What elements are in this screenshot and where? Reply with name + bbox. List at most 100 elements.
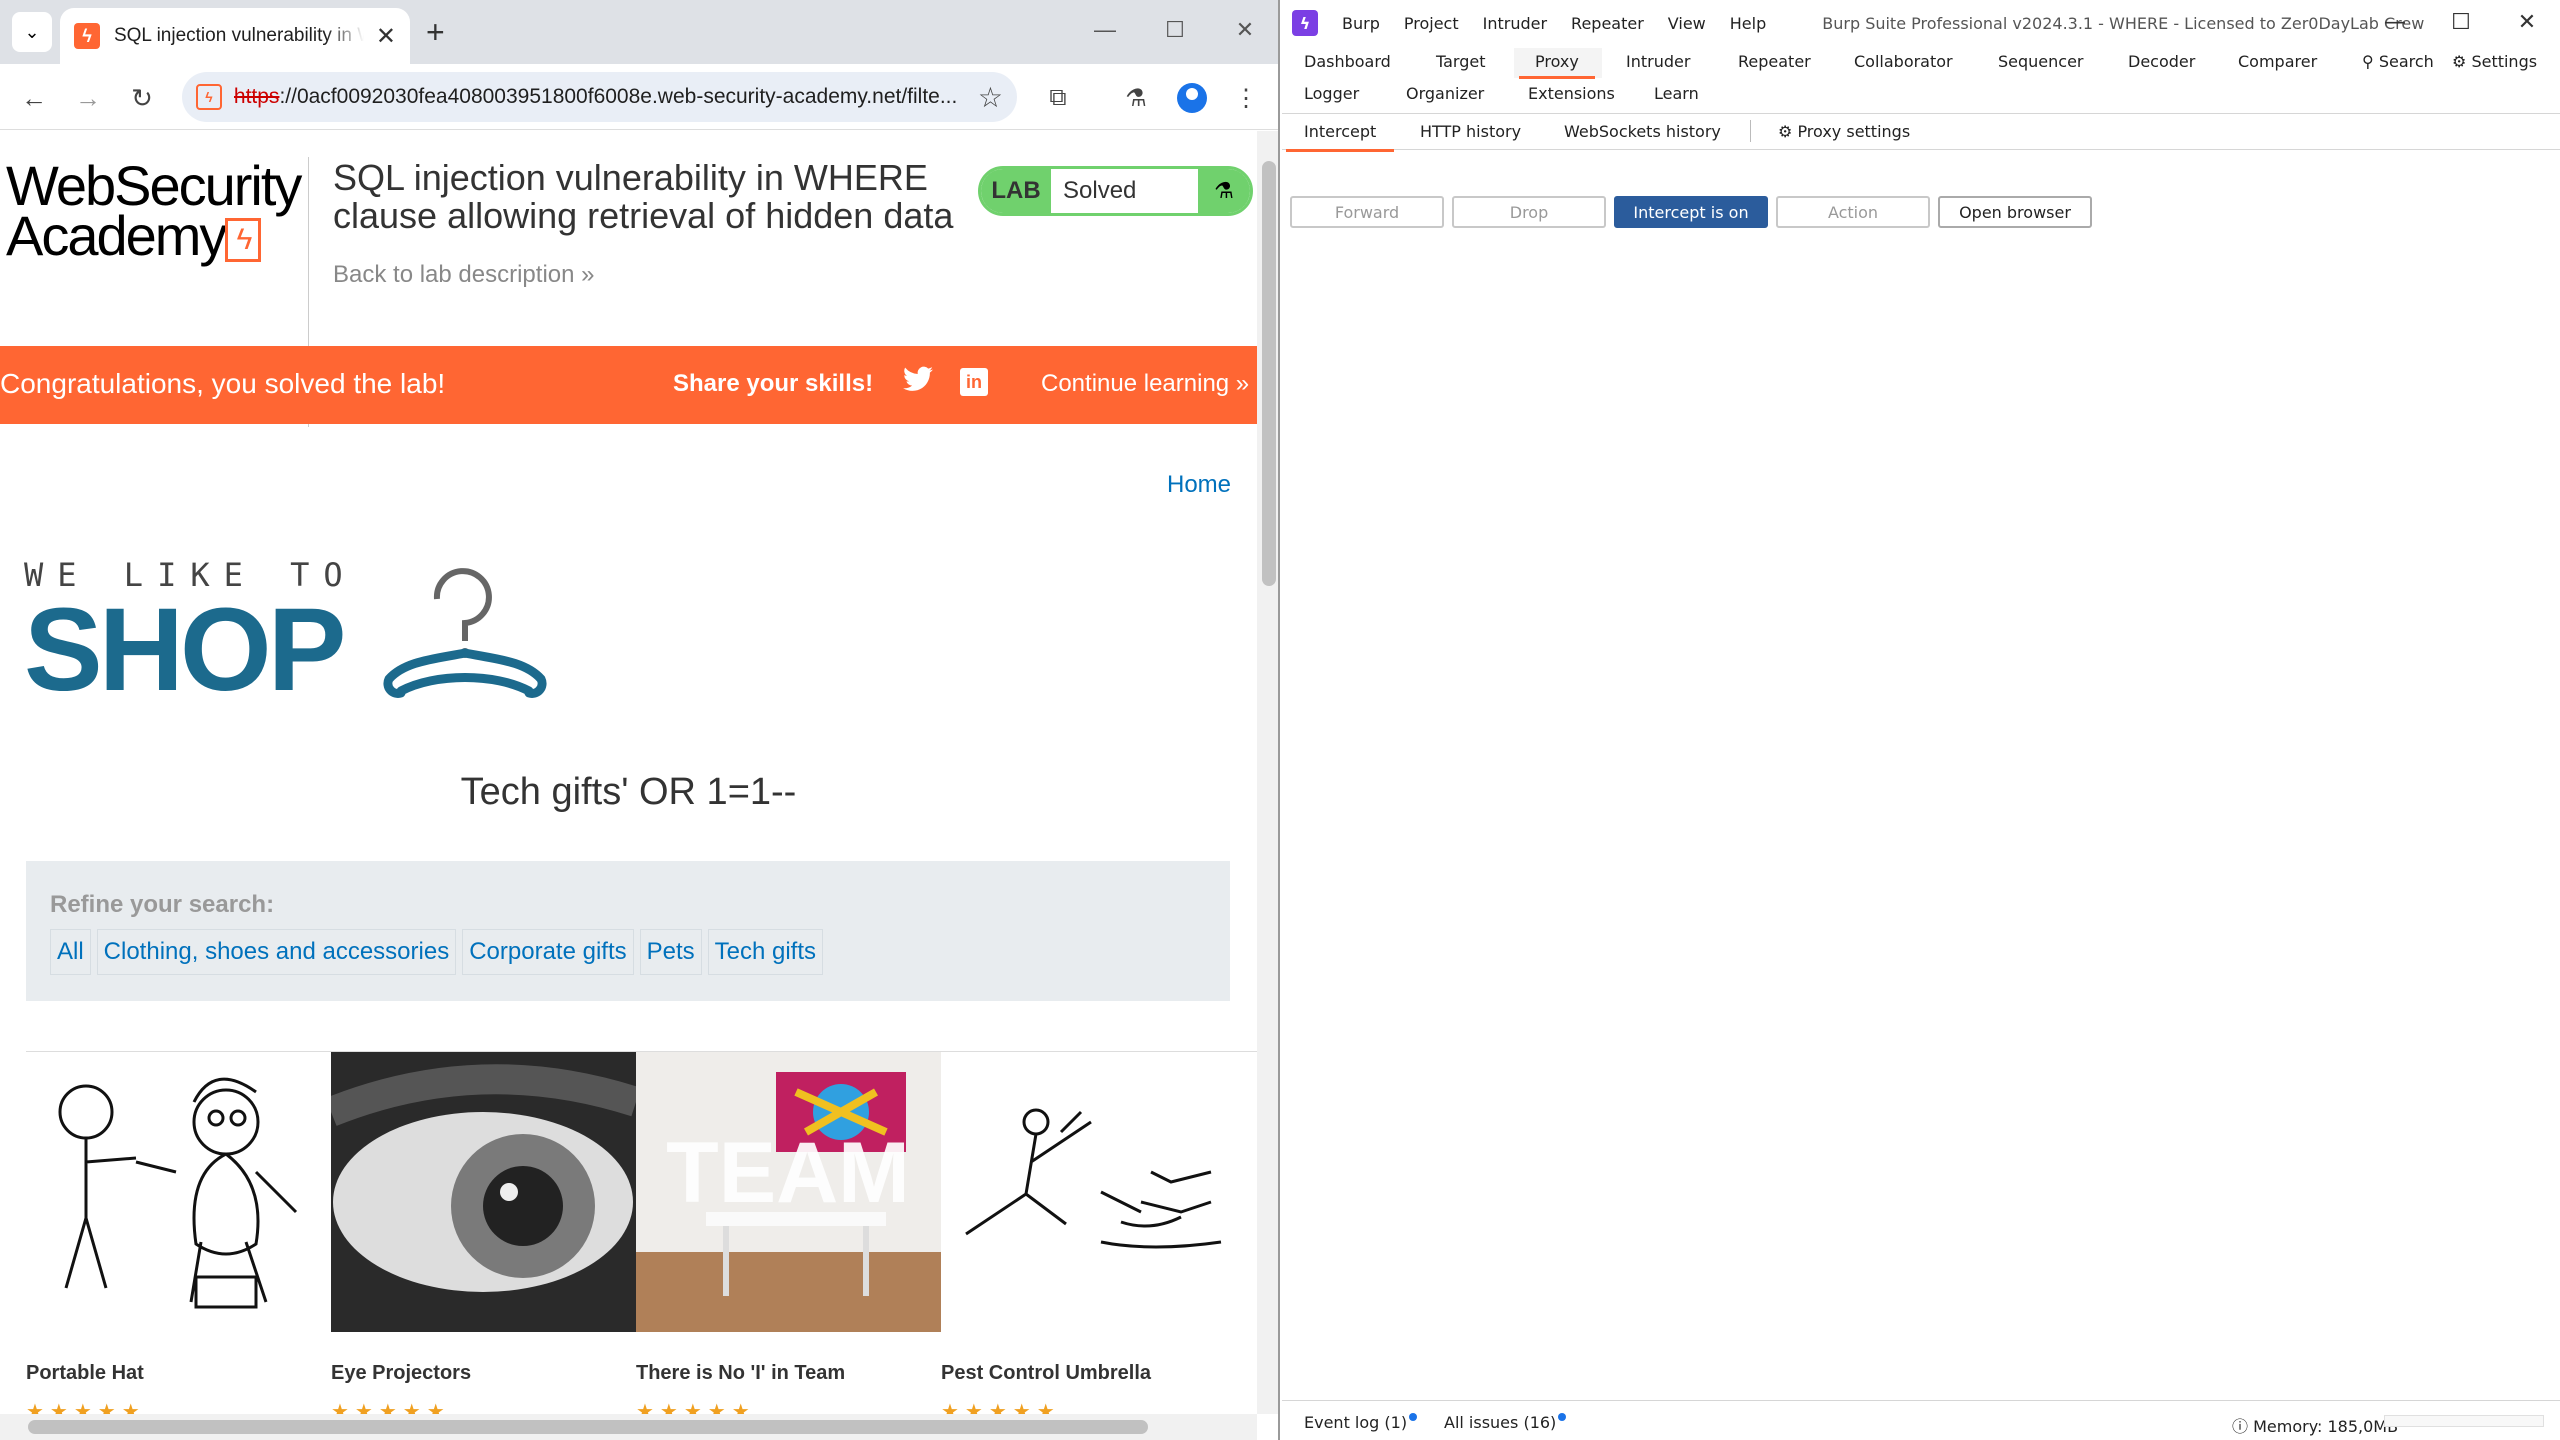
menu-intruder[interactable]: Intruder bbox=[1483, 14, 1547, 33]
vertical-scroll-thumb[interactable] bbox=[1262, 161, 1276, 586]
product-image-pest-control-umbrella bbox=[941, 1052, 1246, 1332]
subtab-intercept[interactable]: Intercept bbox=[1285, 122, 1395, 152]
tab-repeater[interactable]: Repeater bbox=[1738, 52, 1811, 71]
lightning-icon: ϟ bbox=[225, 218, 262, 263]
extensions-icon[interactable]: ⧉ bbox=[1038, 78, 1078, 118]
category-link-corporate-gifts[interactable]: Corporate gifts bbox=[462, 929, 634, 975]
drop-button[interactable]: Drop bbox=[1452, 196, 1606, 228]
back-to-lab-description-link[interactable]: Back to lab description » bbox=[333, 261, 594, 289]
product-image-team: TEAM bbox=[636, 1052, 941, 1332]
tab-learn[interactable]: Learn bbox=[1654, 84, 1699, 103]
proxy-settings-label: Proxy settings bbox=[1797, 122, 1911, 141]
product-card[interactable]: Portable Hat ★★★★★ bbox=[26, 1052, 331, 1414]
open-browser-button[interactable]: Open browser bbox=[1938, 196, 2092, 228]
avatar-icon bbox=[1177, 83, 1207, 113]
memory-label: Memory: 185,0MB bbox=[2253, 1417, 2399, 1436]
tab-search-button[interactable]: ⌄ bbox=[12, 12, 52, 52]
congrats-text: Congratulations, you solved the lab! bbox=[0, 368, 446, 399]
tab-comparer[interactable]: Comparer bbox=[2238, 52, 2317, 71]
solved-banner: Congratulations, you solved the lab! Sha… bbox=[0, 346, 1257, 424]
chrome-window: ⌄ ϟ SQL injection vulnerability in WHERE… bbox=[0, 0, 1280, 1440]
product-image-portable-hat bbox=[26, 1052, 331, 1332]
tab-strip: ⌄ ϟ SQL injection vulnerability in WHERE… bbox=[0, 0, 1278, 64]
linkedin-icon[interactable]: in bbox=[960, 368, 988, 396]
menu-repeater[interactable]: Repeater bbox=[1571, 14, 1644, 33]
menu-burp[interactable]: Burp bbox=[1342, 14, 1380, 33]
vertical-scrollbar[interactable] bbox=[1257, 131, 1278, 1414]
product-card[interactable]: Eye Projectors ★★★★★ bbox=[331, 1052, 636, 1414]
action-button[interactable]: Action bbox=[1776, 196, 1930, 228]
close-window-button[interactable]: ✕ bbox=[1210, 0, 1278, 60]
horizontal-scroll-thumb[interactable] bbox=[28, 1420, 1148, 1434]
url-protocol: https bbox=[233, 85, 280, 108]
product-card[interactable]: Pest Control Umbrella ★★★★★ bbox=[941, 1052, 1246, 1414]
subtab-http-history[interactable]: HTTP history bbox=[1420, 122, 1521, 141]
intercept-toggle-button[interactable]: Intercept is on bbox=[1614, 196, 1768, 228]
tab-collaborator[interactable]: Collaborator bbox=[1854, 52, 1953, 71]
burp-minimize-button[interactable]: — bbox=[2362, 0, 2428, 44]
tab-proxy[interactable]: Proxy bbox=[1519, 52, 1595, 79]
we-like-to-shop-logo: WE LIKE TO SHOP bbox=[24, 556, 357, 709]
url-text[interactable]: https://0acf0092030fea408003951800f6008e… bbox=[234, 85, 966, 109]
product-card[interactable]: TEAM There is No 'I' in Team ★★★★★ bbox=[636, 1052, 941, 1414]
tab-intruder[interactable]: Intruder bbox=[1626, 52, 1690, 71]
info-icon: ⓘ bbox=[2232, 1417, 2254, 1436]
search-button[interactable]: ⚲ Search bbox=[2362, 52, 2434, 71]
all-issues-link[interactable]: All issues (16) bbox=[1444, 1413, 1567, 1432]
burp-close-button[interactable]: ✕ bbox=[2494, 0, 2560, 44]
category-link-all[interactable]: All bbox=[50, 929, 91, 975]
minimize-button[interactable]: — bbox=[1070, 0, 1140, 60]
search-icon: ⚲ bbox=[2362, 52, 2379, 71]
reload-icon[interactable]: ↻ bbox=[124, 80, 160, 116]
event-log-notification-dot bbox=[1409, 1413, 1418, 1421]
product-rating: ★★★★★ bbox=[26, 1401, 146, 1414]
burp-main-tabs: Dashboard Target Proxy Intruder Repeater… bbox=[1282, 46, 2560, 114]
home-link[interactable]: Home bbox=[1167, 471, 1231, 499]
tab-target[interactable]: Target bbox=[1436, 52, 1486, 71]
tab-close-icon[interactable]: ✕ bbox=[376, 22, 396, 51]
settings-label: Settings bbox=[2471, 52, 2538, 71]
share-skills-text: Share your skills! bbox=[673, 370, 874, 397]
tab-dashboard[interactable]: Dashboard bbox=[1304, 52, 1391, 71]
tab-organizer[interactable]: Organizer bbox=[1406, 84, 1484, 103]
more-menu-icon[interactable]: ⋮ bbox=[1226, 78, 1266, 118]
twitter-icon[interactable] bbox=[903, 366, 933, 399]
event-log-link[interactable]: Event log (1) bbox=[1304, 1413, 1418, 1432]
burp-maximize-button[interactable]: ☐ bbox=[2428, 0, 2494, 44]
horizontal-scrollbar[interactable] bbox=[0, 1414, 1257, 1440]
menu-project[interactable]: Project bbox=[1404, 14, 1459, 33]
lab-title: SQL injection vulnerability in WHERE cla… bbox=[333, 157, 954, 236]
new-tab-button[interactable]: + bbox=[426, 14, 445, 50]
product-image-eye-projectors bbox=[331, 1052, 636, 1332]
subtab-websockets-history[interactable]: WebSockets history bbox=[1564, 122, 1721, 141]
tab-logger[interactable]: Logger bbox=[1304, 84, 1359, 103]
category-link-clothing[interactable]: Clothing, shoes and accessories bbox=[96, 929, 457, 975]
maximize-button[interactable]: ☐ bbox=[1140, 0, 1210, 60]
bookmark-star-icon[interactable]: ☆ bbox=[978, 81, 1003, 114]
product-rating: ★★★★★ bbox=[331, 1401, 451, 1414]
settings-button[interactable]: ⚙ Settings bbox=[2452, 52, 2537, 71]
tab-extensions[interactable]: Extensions bbox=[1528, 84, 1615, 103]
category-link-pets[interactable]: Pets bbox=[639, 929, 702, 975]
address-bar[interactable]: ϟ https://0acf0092030fea408003951800f600… bbox=[182, 72, 1017, 122]
tab-sequencer[interactable]: Sequencer bbox=[1998, 52, 2084, 71]
forward-arrow-icon[interactable]: → bbox=[70, 80, 106, 116]
refine-search-panel: Refine your search: All Clothing, shoes … bbox=[26, 861, 1230, 1001]
tab-decoder[interactable]: Decoder bbox=[2128, 52, 2195, 71]
profile-avatar[interactable] bbox=[1172, 78, 1212, 118]
burp-title-bar: ϟ Burp Project Intruder Repeater View He… bbox=[1282, 0, 2560, 46]
site-info-icon[interactable]: ϟ bbox=[196, 84, 222, 110]
category-link-tech-gifts[interactable]: Tech gifts bbox=[707, 929, 824, 975]
continue-learning-link[interactable]: Continue learning » bbox=[1041, 370, 1249, 398]
forward-button[interactable]: Forward bbox=[1290, 196, 1444, 228]
proxy-settings-button[interactable]: ⚙ Proxy settings bbox=[1778, 122, 1910, 141]
menu-view[interactable]: View bbox=[1668, 14, 1706, 33]
clothes-hanger-icon bbox=[375, 561, 555, 706]
back-arrow-icon[interactable]: ← bbox=[16, 80, 52, 116]
web-security-academy-logo[interactable]: WebSecurity Academy ϟ bbox=[6, 158, 306, 264]
svg-text:TEAM: TEAM bbox=[666, 1125, 910, 1221]
event-log-label: Event log (1) bbox=[1304, 1413, 1408, 1432]
browser-tab-active[interactable]: ϟ SQL injection vulnerability in WHERE c… bbox=[60, 8, 410, 64]
menu-help[interactable]: Help bbox=[1730, 14, 1766, 33]
labs-flask-icon[interactable]: ⚗ bbox=[1116, 78, 1156, 118]
